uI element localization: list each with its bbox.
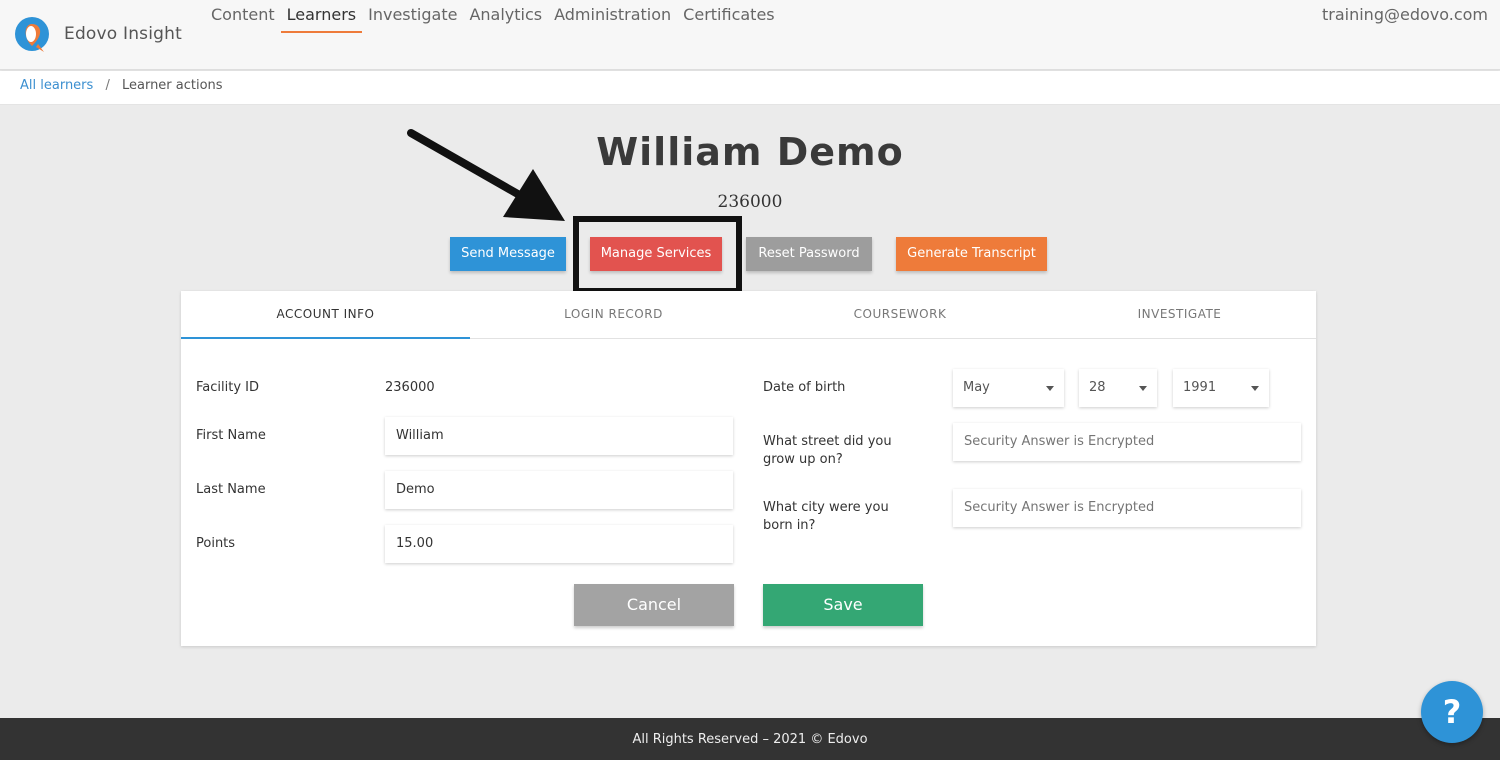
brand-name: Edovo Insight (64, 24, 182, 44)
learner-tabs: ACCOUNT INFO LOGIN RECORD COURSEWORK INV… (181, 291, 1316, 339)
nav-item-certificates[interactable]: Certificates (677, 5, 780, 33)
breadcrumb: All learners / Learner actions (0, 71, 1500, 105)
help-button[interactable]: ? (1421, 681, 1483, 743)
save-button[interactable]: Save (763, 584, 923, 626)
top-navigation-bar: Edovo Insight Content Learners Investiga… (0, 0, 1500, 70)
nav-item-administration[interactable]: Administration (548, 5, 677, 33)
breadcrumb-all-learners-link[interactable]: All learners (20, 78, 93, 93)
security-question-street-label: What street did you grow up on? (763, 434, 892, 467)
dob-year-select[interactable]: 1991 (1173, 369, 1269, 407)
dob-month-select[interactable]: May (953, 369, 1064, 407)
tab-investigate[interactable]: INVESTIGATE (1043, 291, 1316, 338)
last-name-label: Last Name (196, 482, 266, 497)
date-of-birth-label: Date of birth (763, 380, 846, 395)
nav-item-learners[interactable]: Learners (280, 5, 363, 33)
first-name-label: First Name (196, 428, 266, 443)
reset-password-button[interactable]: Reset Password (746, 237, 872, 271)
chevron-down-icon (1251, 386, 1259, 391)
main-nav: Content Learners Investigate Analytics A… (205, 5, 781, 33)
first-name-input[interactable] (385, 417, 733, 455)
learner-name-title: William Demo (596, 130, 904, 174)
dob-month-value: May (963, 380, 990, 395)
breadcrumb-separator: / (105, 78, 110, 93)
generate-transcript-button[interactable]: Generate Transcript (896, 237, 1047, 271)
facility-id-label: Facility ID (196, 380, 260, 395)
facility-id-value: 236000 (385, 380, 435, 395)
breadcrumb-current: Learner actions (121, 78, 223, 93)
security-answer-street-input[interactable] (953, 423, 1301, 461)
tab-coursework[interactable]: COURSEWORK (757, 291, 1043, 338)
footer: All Rights Reserved – 2021 © Edovo (0, 718, 1500, 760)
last-name-input[interactable] (385, 471, 733, 509)
help-question-icon: ? (1442, 693, 1462, 731)
dob-day-select[interactable]: 28 (1079, 369, 1157, 407)
points-label: Points (196, 536, 236, 551)
nav-item-content[interactable]: Content (205, 5, 281, 33)
edovo-logo-icon[interactable] (14, 16, 50, 54)
cancel-button[interactable]: Cancel (574, 584, 734, 626)
security-question-city-label: What city were you born in? (763, 500, 889, 533)
chevron-down-icon (1046, 386, 1054, 391)
tab-account-info[interactable]: ACCOUNT INFO (181, 291, 470, 339)
nav-item-investigate[interactable]: Investigate (362, 5, 463, 33)
user-account-menu[interactable]: training@edovo.com (1322, 5, 1488, 24)
manage-services-button[interactable]: Manage Services (590, 237, 722, 271)
chevron-down-icon (1139, 386, 1147, 391)
tab-login-record[interactable]: LOGIN RECORD (470, 291, 757, 338)
dob-year-value: 1991 (1183, 380, 1217, 395)
dob-day-value: 28 (1089, 380, 1106, 395)
learner-details-card: ACCOUNT INFO LOGIN RECORD COURSEWORK INV… (181, 291, 1316, 646)
security-answer-city-input[interactable] (953, 489, 1301, 527)
learner-id: 236000 (717, 192, 783, 212)
annotation-arrow-icon (407, 129, 565, 221)
send-message-button[interactable]: Send Message (450, 237, 566, 271)
nav-item-analytics[interactable]: Analytics (463, 5, 548, 33)
points-input[interactable] (385, 525, 733, 563)
